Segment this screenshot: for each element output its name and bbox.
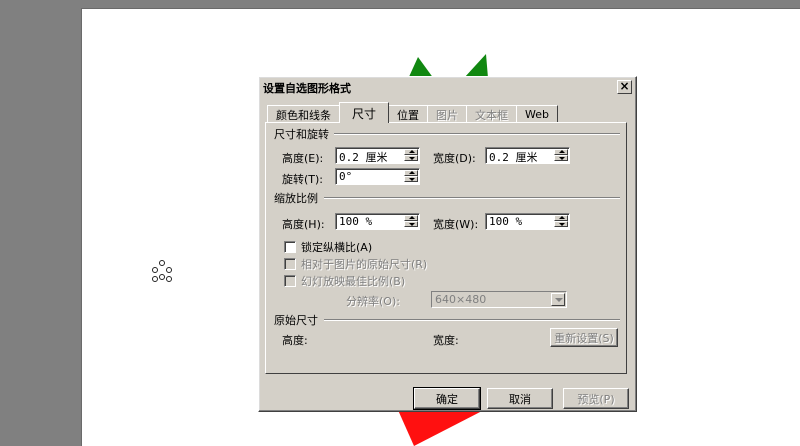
scale-height-spinner[interactable]: 100 % bbox=[335, 213, 420, 230]
size-tab-panel: 尺寸和旋转 高度(E): 0.2 厘米 宽度(D): 0.2 厘米 旋转(T):… bbox=[265, 122, 627, 374]
checkbox-box[interactable] bbox=[284, 241, 296, 253]
handle-left[interactable] bbox=[152, 267, 158, 273]
format-autoshape-dialog: 设置自选图形格式 × 颜色和线条 尺寸 位置 图片 文本框 Web 尺寸和旋转 … bbox=[258, 76, 637, 412]
tab-size[interactable]: 尺寸 bbox=[339, 102, 390, 123]
tab-web[interactable]: Web bbox=[516, 105, 558, 123]
height-spinner[interactable]: 0.2 厘米 bbox=[335, 147, 420, 164]
rotate-value[interactable]: 0° bbox=[339, 170, 352, 183]
width-value[interactable]: 0.2 厘米 bbox=[489, 149, 538, 165]
resolution-select: 640×480 bbox=[431, 291, 567, 308]
width-spinner[interactable]: 0.2 厘米 bbox=[485, 147, 570, 164]
chevron-down-icon bbox=[551, 293, 565, 306]
resolution-label: 分辨率(O): bbox=[346, 295, 400, 308]
green-shape-right[interactable] bbox=[464, 54, 488, 78]
rotate-spinner[interactable]: 0° bbox=[335, 168, 420, 185]
red-shape[interactable] bbox=[398, 410, 484, 446]
tab-position[interactable]: 位置 bbox=[388, 105, 429, 123]
checkbox-box bbox=[284, 258, 296, 270]
original-height-label: 高度: bbox=[282, 334, 308, 347]
size-rotate-group-title: 尺寸和旋转 bbox=[274, 128, 329, 141]
relative-original-checkbox: 相对于图片的原始尺寸(R) bbox=[284, 256, 427, 272]
scale-height-value[interactable]: 100 % bbox=[339, 215, 372, 228]
handle-right[interactable] bbox=[166, 267, 172, 273]
spin-down-icon[interactable] bbox=[404, 221, 418, 227]
handle-bottom-left[interactable] bbox=[152, 276, 158, 282]
scale-height-label: 高度(H): bbox=[282, 218, 325, 231]
resolution-value: 640×480 bbox=[435, 293, 487, 306]
height-label: 高度(E): bbox=[282, 152, 324, 165]
group-divider bbox=[334, 133, 620, 135]
tab-textbox: 文本框 bbox=[466, 105, 518, 123]
dialog-title: 设置自选图形格式 bbox=[263, 81, 351, 95]
checkbox-box bbox=[284, 275, 296, 287]
handle-bottom[interactable] bbox=[159, 274, 165, 280]
height-value[interactable]: 0.2 厘米 bbox=[339, 149, 388, 165]
scale-group-title: 缩放比例 bbox=[274, 192, 318, 205]
tab-strip: 颜色和线条 尺寸 位置 图片 文本框 Web bbox=[267, 102, 558, 123]
width-label: 宽度(D): bbox=[433, 152, 476, 165]
ok-button[interactable]: 确定 bbox=[413, 387, 481, 410]
best-scale-checkbox: 幻灯放映最佳比例(B) bbox=[284, 273, 405, 289]
original-group-title: 原始尺寸 bbox=[274, 314, 318, 327]
scale-width-label: 宽度(W): bbox=[433, 218, 479, 231]
selection-handles[interactable] bbox=[150, 260, 174, 284]
best-scale-label: 幻灯放映最佳比例(B) bbox=[301, 275, 406, 288]
rotate-label: 旋转(T): bbox=[282, 173, 324, 186]
spin-down-icon[interactable] bbox=[554, 155, 568, 161]
spin-down-icon[interactable] bbox=[404, 176, 418, 182]
original-width-label: 宽度: bbox=[433, 334, 459, 347]
cancel-button[interactable]: 取消 bbox=[487, 388, 553, 409]
dialog-titlebar[interactable]: 设置自选图形格式 × bbox=[261, 79, 634, 96]
reset-button: 重新设置(S) bbox=[550, 328, 618, 347]
group-divider bbox=[324, 197, 620, 199]
close-button[interactable]: × bbox=[617, 80, 632, 94]
spin-down-icon[interactable] bbox=[404, 155, 418, 161]
scale-width-spinner[interactable]: 100 % bbox=[485, 213, 570, 230]
lock-aspect-label: 锁定纵横比(A) bbox=[301, 241, 373, 254]
scale-width-value[interactable]: 100 % bbox=[489, 215, 522, 228]
spin-down-icon[interactable] bbox=[554, 221, 568, 227]
tab-picture: 图片 bbox=[427, 105, 468, 123]
tab-colors-lines[interactable]: 颜色和线条 bbox=[267, 105, 340, 123]
handle-bottom-right[interactable] bbox=[166, 276, 172, 282]
lock-aspect-checkbox[interactable]: 锁定纵横比(A) bbox=[284, 239, 372, 255]
preview-button: 预览(P) bbox=[563, 388, 629, 409]
relative-original-label: 相对于图片的原始尺寸(R) bbox=[301, 258, 428, 271]
group-divider bbox=[324, 319, 620, 321]
handle-top[interactable] bbox=[159, 260, 165, 266]
